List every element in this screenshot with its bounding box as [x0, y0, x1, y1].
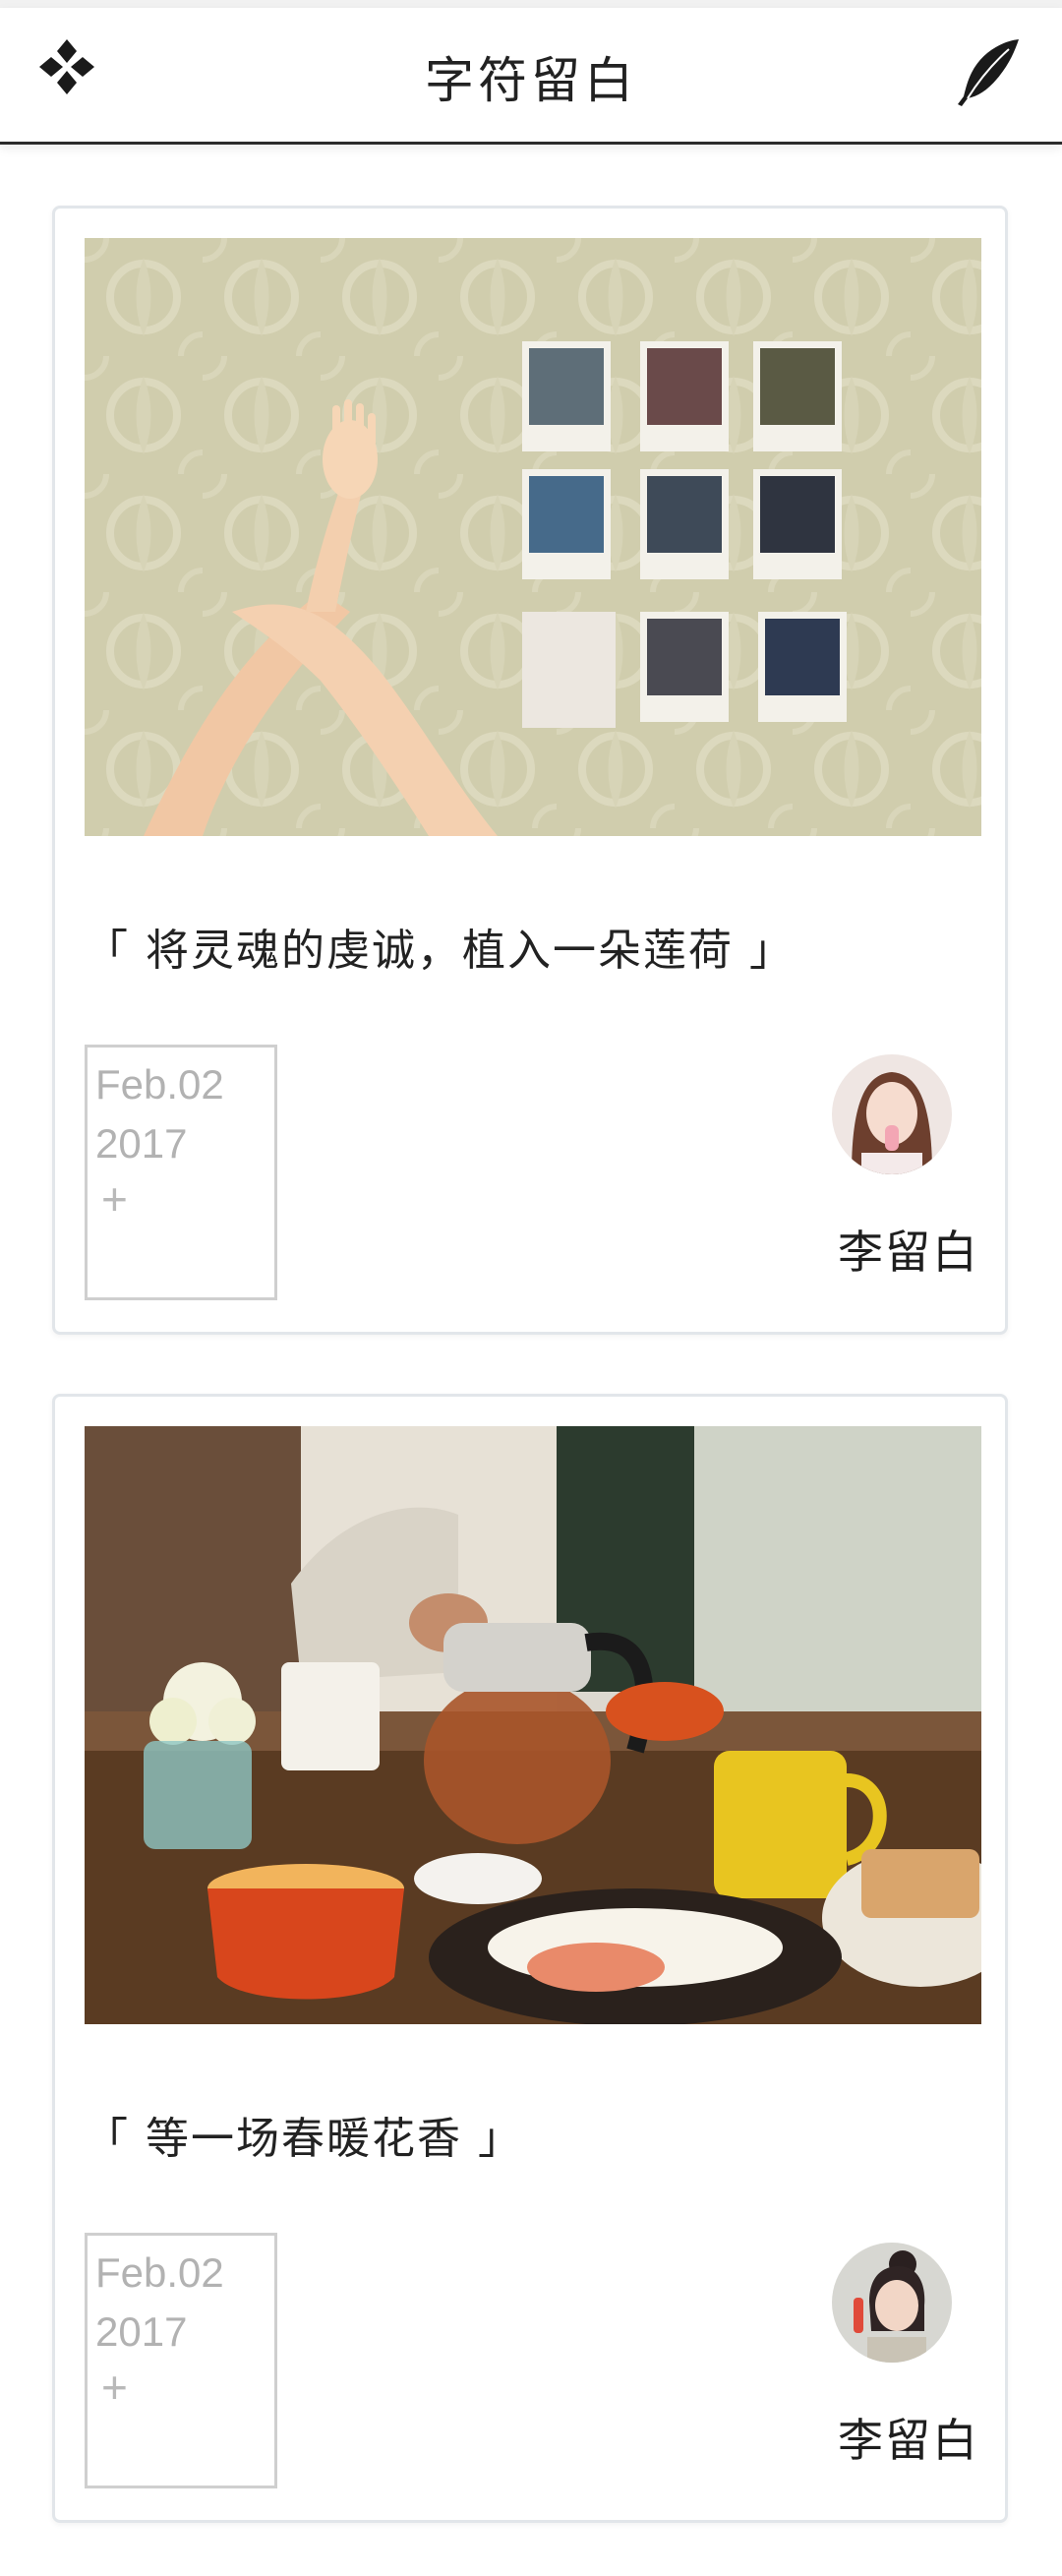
plus-icon[interactable]: + [101, 1173, 274, 1225]
date-month-day: Feb.02 [95, 2249, 224, 2296]
polaroid-wall-photo [85, 238, 981, 836]
date-year: 2017 [95, 1120, 188, 1167]
post-quote: 「 将灵魂的虔诚，植入一朵莲荷 」 [85, 926, 795, 976]
feather-icon [958, 39, 1019, 106]
author-avatar-image [832, 1054, 952, 1174]
breakfast-table-photo [85, 1426, 981, 2024]
status-strip [0, 0, 1062, 8]
post-quote: 「 等一场春暖花香 」 [85, 2114, 523, 2164]
date-year: 2017 [95, 2308, 188, 2355]
date-box[interactable]: Feb.02 2017 + [85, 1045, 277, 1300]
page-title: 字符留白 [425, 52, 637, 109]
plus-icon[interactable]: + [101, 2362, 274, 2413]
date-month-day: Feb.02 [95, 1061, 224, 1108]
author-avatar-image [832, 2243, 952, 2363]
write-button[interactable] [954, 35, 1025, 106]
date-box[interactable]: Feb.02 2017 + [85, 2233, 277, 2488]
avatar[interactable] [832, 1054, 952, 1174]
avatar[interactable] [832, 2243, 952, 2363]
app-header: 字符留白 [0, 8, 1062, 145]
post-card[interactable]: 「 将灵魂的虔诚，植入一朵莲荷 」 Feb.02 2017 + 李留白 [52, 206, 1008, 1335]
author-name[interactable]: 李留白 [802, 2405, 979, 2470]
post-photo[interactable] [85, 1426, 981, 2024]
post-photo[interactable] [85, 238, 981, 836]
author-name[interactable]: 李留白 [802, 1217, 979, 1282]
post-card[interactable]: 「 等一场春暖花香 」 Feb.02 2017 + 李留白 [52, 1394, 1008, 2523]
